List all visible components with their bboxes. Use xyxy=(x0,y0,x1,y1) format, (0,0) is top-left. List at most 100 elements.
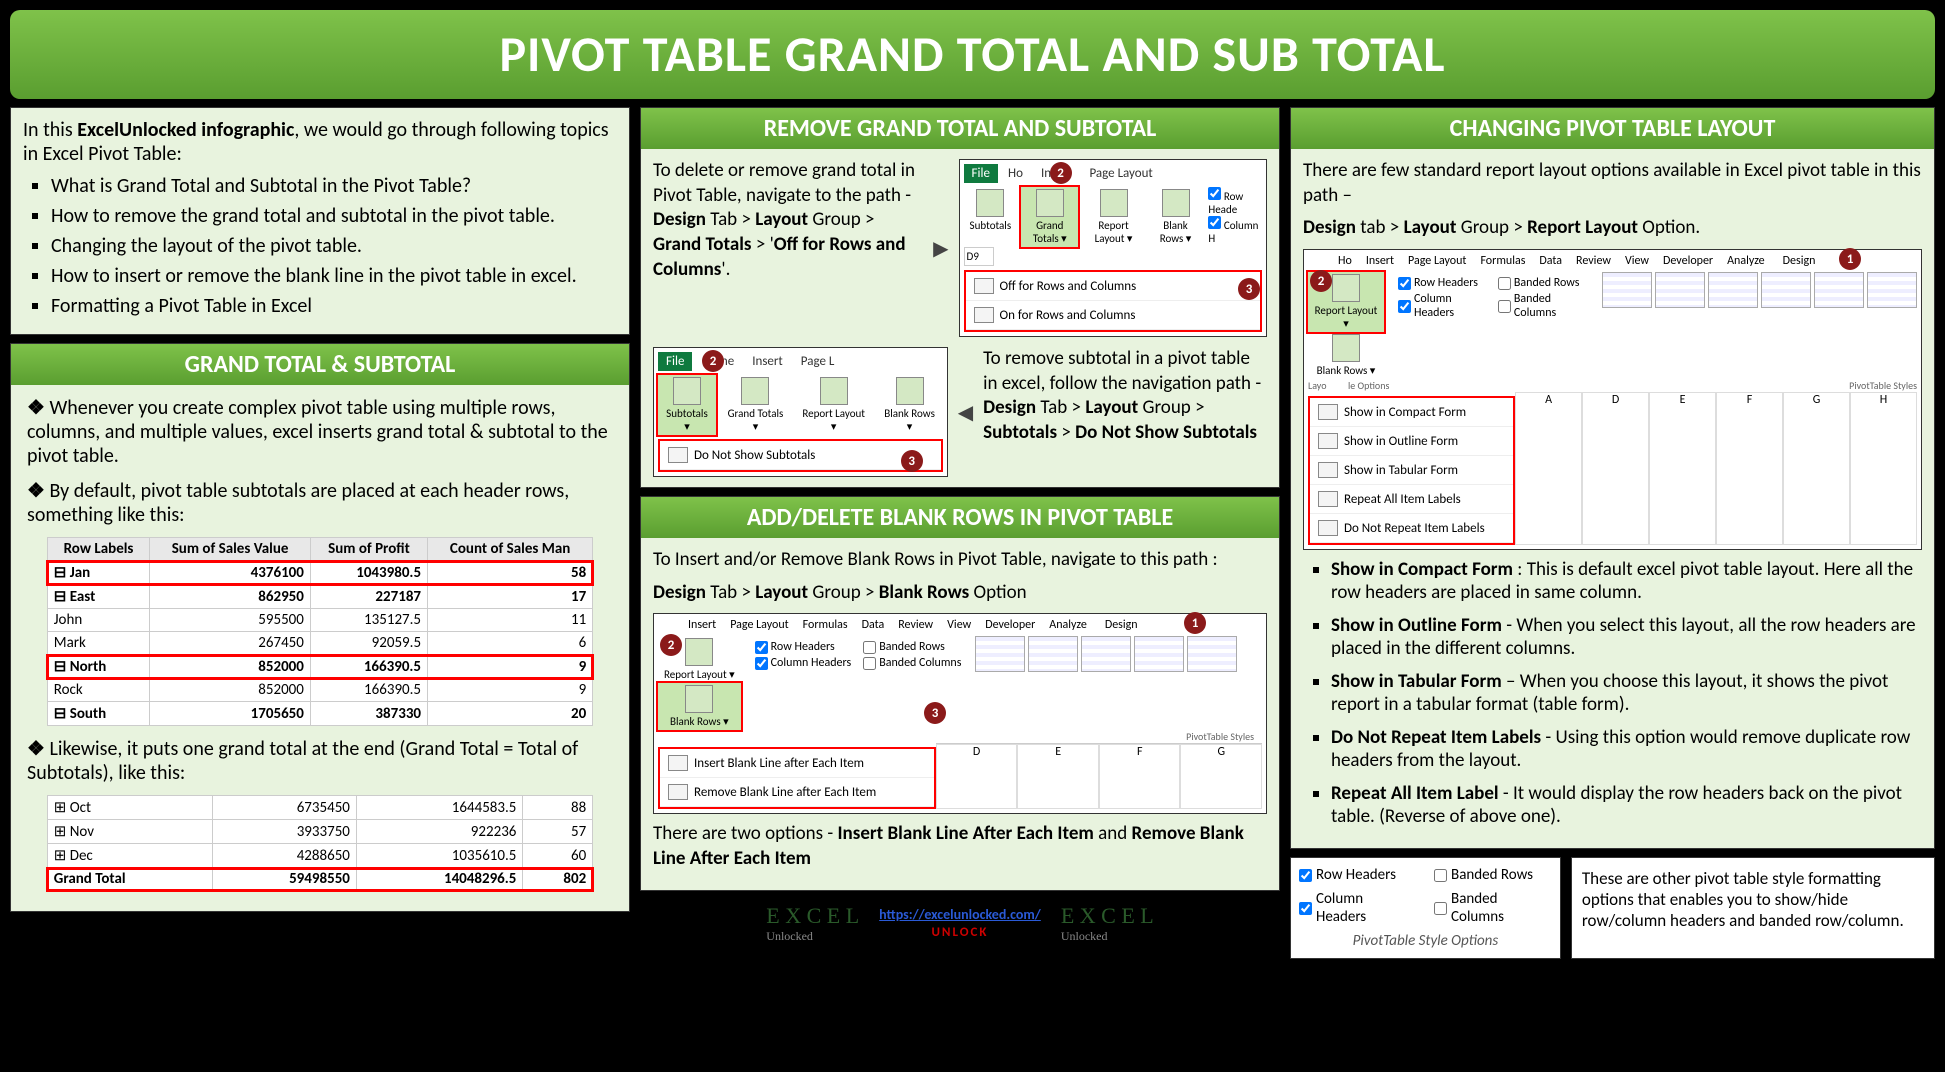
tab-formulas[interactable]: Formulas xyxy=(803,618,848,632)
tab-insert[interactable]: Insert xyxy=(744,352,791,371)
subtotals-button[interactable]: Subtotals xyxy=(964,187,1018,247)
tab-design[interactable]: Design xyxy=(1779,254,1820,268)
blank-p1: To Insert and/or Remove Blank Rows in Pi… xyxy=(653,548,1267,573)
logo-right: E X C E LUnlocked xyxy=(1061,903,1154,944)
col-header: E xyxy=(1649,392,1716,545)
tab-page-layout[interactable]: Page Layout xyxy=(1081,164,1160,183)
ribbon-subtotals: 2 3 File Home Insert Page L Subtotals ▾ … xyxy=(653,347,948,477)
menu-off-rows-cols[interactable]: Off for Rows and Columns xyxy=(966,272,1260,301)
report-layout-button[interactable]: Report Layout ▾ xyxy=(1082,187,1144,247)
blank-rows-button[interactable]: Blank Rows ▾ xyxy=(876,375,942,435)
menu-do-not-show-subtotals[interactable]: Do Not Show Subtotals xyxy=(660,441,941,470)
banded-columns-check[interactable]: Banded Columns xyxy=(1498,292,1588,320)
tab-data[interactable]: Data xyxy=(1539,254,1562,268)
menu-on-rows-cols[interactable]: On for Rows and Columns xyxy=(966,301,1260,330)
gt-p3: Likewise, it puts one grand total at the… xyxy=(27,736,617,785)
step-marker-1: 1 xyxy=(1839,248,1861,270)
page-title: PIVOT TABLE GRAND TOTAL AND SUB TOTAL xyxy=(10,10,1935,99)
tab-analyze[interactable]: Analyze xyxy=(1727,254,1765,268)
tab-view[interactable]: View xyxy=(1625,254,1649,268)
layout-p2: Design tab > Layout Group > Report Layou… xyxy=(1303,216,1922,241)
tab-insert[interactable]: Insert xyxy=(688,618,716,632)
ribbon-blank-rows: 2 1 3 Insert Page Layout Formulas Data R… xyxy=(653,613,1267,814)
tab-page-l[interactable]: Page L xyxy=(793,352,843,371)
step-marker-2: 2 xyxy=(1310,270,1332,292)
grand-totals-button[interactable]: Grand Totals ▾ xyxy=(720,375,791,435)
banded-rows-check[interactable]: Banded Rows xyxy=(1434,866,1552,884)
banded-columns-check[interactable]: Banded Columns xyxy=(1434,890,1552,926)
report-layout-button[interactable]: Report Layout ▾ xyxy=(795,375,872,435)
arrow-left-icon: ◀ xyxy=(958,400,973,425)
subtotals-button[interactable]: Subtotals ▾ xyxy=(658,375,716,435)
column-headers-check[interactable]: Column Headers xyxy=(1299,890,1414,926)
intro-card: In this ExcelUnlocked infographic, we wo… xyxy=(10,107,630,335)
col-header: F xyxy=(1716,392,1783,545)
tab-design[interactable]: Design xyxy=(1101,618,1142,632)
pivot-styles-gallery[interactable] xyxy=(1602,272,1917,308)
row-headers-check[interactable]: Row Headers xyxy=(1299,866,1414,884)
column-headers-check[interactable]: Column Headers xyxy=(755,656,852,670)
layout-card: CHANGING PIVOT TABLE LAYOUT There are fe… xyxy=(1290,107,1935,849)
style-options-panel: Row Headers Banded Rows Column Headers B… xyxy=(1290,857,1561,959)
tab-ho[interactable]: Ho xyxy=(1338,254,1352,268)
row-headers-check[interactable]: Row Headers xyxy=(1398,276,1486,290)
grand-totals-menu: Off for Rows and Columns On for Rows and… xyxy=(964,270,1262,332)
site-link[interactable]: https://excelunlocked.com/ xyxy=(879,906,1041,923)
menu-repeat-labels[interactable]: Repeat All Item Labels xyxy=(1310,485,1513,514)
menu-outline-form[interactable]: Show in Outline Form xyxy=(1310,427,1513,456)
blank-p2: Design Tab > Layout Group > Blank Rows O… xyxy=(653,581,1267,606)
subtotals-menu: Do Not Show Subtotals xyxy=(658,439,943,472)
menu-no-repeat-labels[interactable]: Do Not Repeat Item Labels xyxy=(1310,514,1513,543)
tab-file[interactable]: File xyxy=(964,164,998,183)
layout-options-list: Show in Compact Form : This is default e… xyxy=(1303,558,1922,828)
col-header: H xyxy=(1850,392,1917,545)
ribbon-grand-totals: 2 3 File Ho Insert Page Layout Subtotals… xyxy=(959,159,1267,337)
row-headers-check[interactable]: Row Headers xyxy=(755,640,852,654)
step-marker-2: 2 xyxy=(1050,162,1072,184)
tab-formulas[interactable]: Formulas xyxy=(1480,254,1525,268)
tab-page-layout[interactable]: Page Layout xyxy=(730,618,788,632)
remove-p2: To remove subtotal in a pivot table in e… xyxy=(983,347,1267,446)
tab-analyze[interactable]: Analyze xyxy=(1049,618,1087,632)
tab-review[interactable]: Review xyxy=(1576,254,1611,268)
blank-rows-button[interactable]: Blank Rows ▾ xyxy=(1149,187,1203,247)
col-header: D xyxy=(1582,392,1649,545)
layout-p1: There are few standard report layout opt… xyxy=(1303,159,1922,208)
blank-rows-card: ADD/DELETE BLANK ROWS IN PIVOT TABLE To … xyxy=(640,496,1280,891)
step-marker-3: 3 xyxy=(901,450,923,472)
blank-p3: There are two options - Insert Blank Lin… xyxy=(653,822,1267,871)
row-headers-check[interactable]: Row Heade xyxy=(1208,190,1243,216)
intro-lead: In this ExcelUnlocked infographic, we wo… xyxy=(23,118,617,166)
grand-totals-button[interactable]: Grand Totals ▾ xyxy=(1021,187,1078,247)
tab-review[interactable]: Review xyxy=(898,618,933,632)
pivot-styles-gallery[interactable] xyxy=(975,636,1237,672)
footer: E X C E LUnlocked https://excelunlocked.… xyxy=(640,899,1280,948)
col-header: F xyxy=(1099,744,1181,809)
column-headers-check[interactable]: Column H xyxy=(1208,219,1258,245)
column-headers-check[interactable]: Column Headers xyxy=(1398,292,1486,320)
tab-data[interactable]: Data xyxy=(862,618,885,632)
banded-rows-check[interactable]: Banded Rows xyxy=(863,640,961,654)
pivottable-styles-label: PivotTable Styles xyxy=(658,730,1262,743)
banded-rows-check[interactable]: Banded Rows xyxy=(1498,276,1588,290)
col-header: A xyxy=(1515,392,1582,545)
blank-rows-button[interactable]: Blank Rows ▾ xyxy=(1308,332,1384,379)
menu-compact-form[interactable]: Show in Compact Form xyxy=(1310,398,1513,427)
section-heading-blank: ADD/DELETE BLANK ROWS IN PIVOT TABLE xyxy=(641,497,1279,538)
menu-remove-blank-line[interactable]: Remove Blank Line after Each Item xyxy=(660,778,934,807)
tab-page-layout[interactable]: Page Layout xyxy=(1408,254,1466,268)
menu-insert-blank-line[interactable]: Insert Blank Line after Each Item xyxy=(660,749,934,778)
section-heading-remove: REMOVE GRAND TOTAL AND SUBTOTAL xyxy=(641,108,1279,149)
tab-view[interactable]: View xyxy=(947,618,971,632)
banded-columns-check[interactable]: Banded Columns xyxy=(863,656,961,670)
cell-ref: D9 xyxy=(964,247,994,266)
tab-developer[interactable]: Developer xyxy=(985,618,1035,632)
tab-developer[interactable]: Developer xyxy=(1663,254,1713,268)
blank-rows-menu: Insert Blank Line after Each Item Remove… xyxy=(658,747,936,809)
tab-home[interactable]: Ho xyxy=(1000,164,1031,183)
tab-insert[interactable]: Insert xyxy=(1366,254,1394,268)
col-header: E xyxy=(1017,744,1099,809)
blank-rows-button[interactable]: Blank Rows ▾ xyxy=(658,683,741,730)
menu-tabular-form[interactable]: Show in Tabular Form xyxy=(1310,456,1513,485)
tab-file[interactable]: File xyxy=(658,352,692,371)
